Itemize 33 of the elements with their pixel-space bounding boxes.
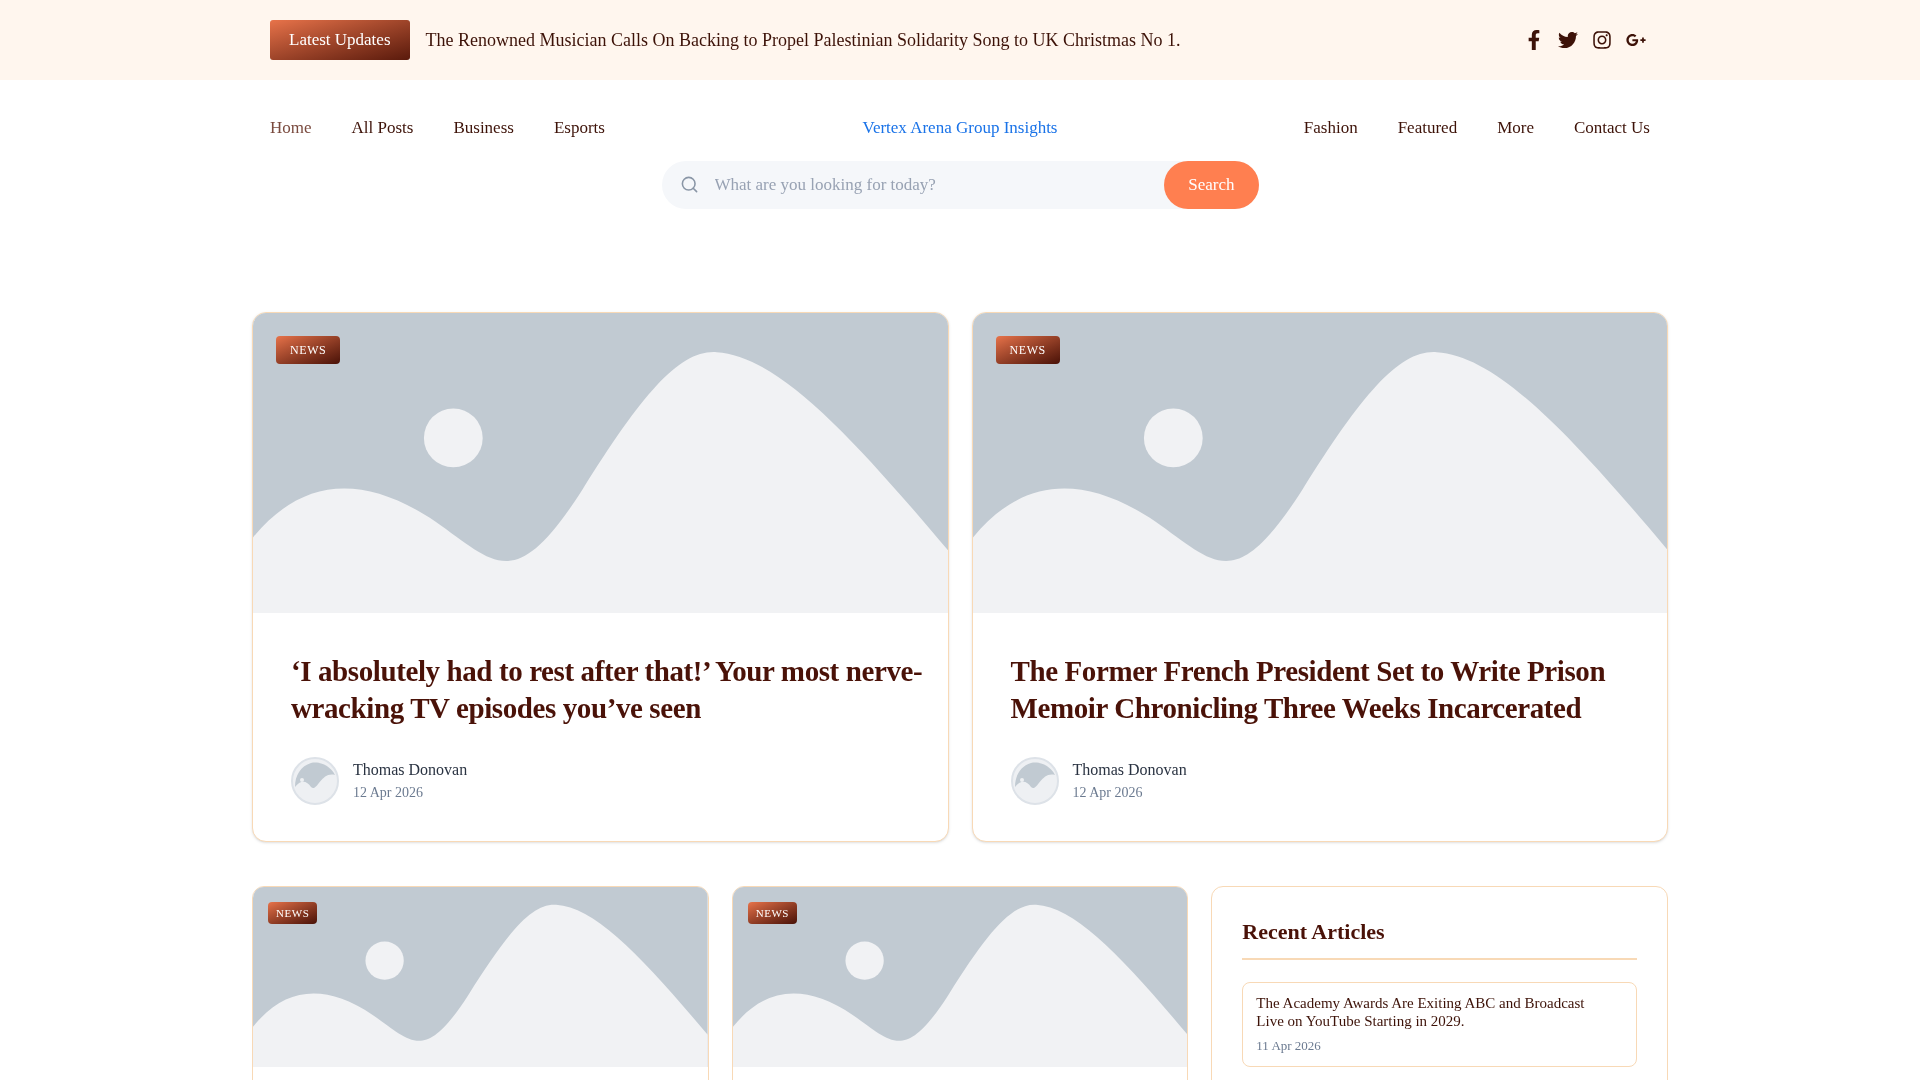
ticker-headline[interactable]: The Renowned Musician Calls On Backing to Propel Palestinian Solidarity Song to UK Christmas No 1. <box>425 26 1181 54</box>
article-card[interactable]: NEWS <box>731 885 1189 1080</box>
latest-updates-label: Latest Updates <box>270 20 410 60</box>
twitter-icon[interactable] <box>1558 30 1578 50</box>
nav-link[interactable]: Contact Us <box>1573 115 1650 141</box>
news-tag: NEWS <box>268 901 318 924</box>
nav-link[interactable]: Fashion <box>1303 115 1358 141</box>
article-card[interactable]: NEWS <box>252 885 709 1080</box>
recent-article-title[interactable]: The Academy Awards Are Exiting ABC and Broadcast Live on YouTube Starting in 2029. <box>1256 993 1612 1030</box>
nav-link[interactable]: All Posts <box>351 115 414 141</box>
recent-article-item[interactable]: The Academy Awards Are Exiting ABC and Broadcast Live on YouTube Starting in 2029. 11 Apr 2026 <box>1242 981 1637 1067</box>
search-icon <box>679 175 699 194</box>
news-tag: NEWS <box>995 335 1060 364</box>
nav-link[interactable]: More <box>1497 115 1534 141</box>
article-card[interactable]: NEWS ‘I absolutely had to rest after that!’ Your most nerve-wracking TV episodes you’ve seen Thomas Donovan 12 Apr 2026 <box>252 311 949 842</box>
instagram-icon[interactable] <box>1592 30 1612 50</box>
avatar-icon <box>291 756 339 805</box>
nav-link[interactable]: Business <box>453 115 514 141</box>
post-date: 12 Apr 2026 <box>353 784 424 802</box>
article-title[interactable]: ‘I absolutely had to rest after that!’ Your most nerve-wracking TV episodes you’ve seen <box>291 652 932 727</box>
nav-link[interactable]: Featured <box>1397 115 1458 141</box>
panel-heading: Recent Articles <box>1242 914 1637 960</box>
news-tag: NEWS <box>276 335 341 364</box>
author-name: Thomas Donovan <box>353 760 468 780</box>
author-name: Thomas Donovan <box>1072 760 1187 780</box>
nav-link[interactable]: Esports <box>553 115 605 141</box>
post-date: 12 Apr 2026 <box>1072 784 1144 802</box>
post-date: 11 Apr 2026 <box>1256 1036 1322 1055</box>
article-card[interactable]: NEWS The Former French President Set to Write Prison Memoir Chronicling Three Weeks Incarcerated Thomas Donovan 12 Apr 2026 <box>971 311 1668 842</box>
article-title[interactable]: The Former French President Set to Write Prison Memoir Chronicling Three Weeks Incarcerated <box>1010 652 1651 727</box>
avatar-icon <box>1010 756 1059 805</box>
nav-link[interactable]: Home <box>270 115 312 141</box>
site-title-link[interactable]: Vertex Arena Group Insights <box>730 115 1190 141</box>
